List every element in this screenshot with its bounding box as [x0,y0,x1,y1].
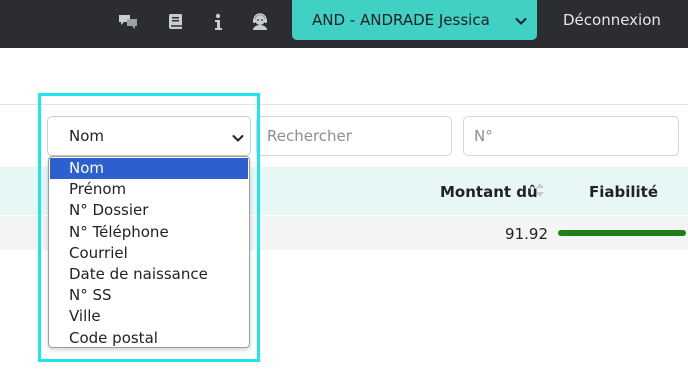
chevron-down-icon [515,13,527,31]
reliability-bar-fill [558,230,686,236]
sort-icon[interactable] [535,180,545,204]
book-icon[interactable] [166,12,186,32]
dropdown-option[interactable]: Date de naissance [49,264,249,285]
user-select-label: AND - ANDRADE Jessica [312,11,490,29]
section-divider [0,104,688,105]
number-input[interactable] [463,116,679,156]
dropdown-option[interactable]: Code postal [49,328,249,349]
chevron-down-icon [232,130,244,148]
dropdown-option[interactable]: N° SS [49,285,249,306]
dropdown-option[interactable]: N° Dossier [49,200,249,221]
search-field-options-list[interactable]: Nom Prénom N° Dossier N° Téléphone Courriel D… [48,156,250,348]
dropdown-option[interactable]: N° Téléphone [49,222,249,243]
column-header-reliability[interactable]: Fiabilité [589,183,658,201]
logout-link[interactable]: Déconnexion [563,11,661,29]
search-field-select[interactable]: Nom [47,116,251,156]
info-icon[interactable] [208,12,228,32]
column-header-amount[interactable]: Montant dû [440,183,538,201]
user-select-dropdown[interactable]: AND - ANDRADE Jessica [292,0,537,40]
dropdown-option[interactable]: Courriel [49,243,249,264]
search-field-select-value: Nom [69,127,105,145]
top-navigation-bar: AND - ANDRADE Jessica Déconnexion [0,0,688,48]
row-amount: 91.92 [505,225,548,243]
reliability-bar [558,230,686,236]
search-input[interactable] [256,116,452,156]
dropdown-option[interactable]: Ville [49,306,249,327]
dropdown-option[interactable]: Nom [50,158,248,180]
dropdown-option[interactable]: Prénom [49,179,249,200]
chat-icon[interactable] [118,12,138,32]
support-agent-icon[interactable] [250,12,270,32]
